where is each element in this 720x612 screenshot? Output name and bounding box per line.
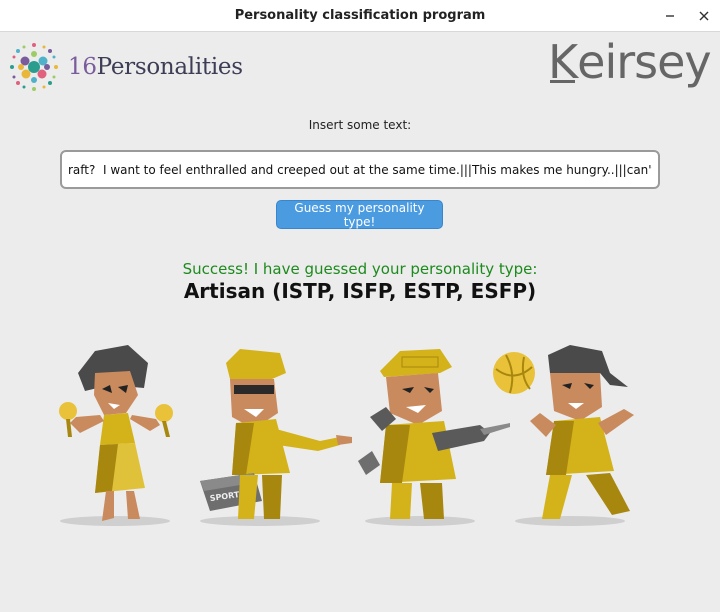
minimize-button[interactable] bbox=[660, 6, 680, 26]
close-icon bbox=[699, 11, 709, 21]
sixteen-personalities-wordmark: 16Personalities bbox=[68, 54, 243, 80]
text-input-field[interactable] bbox=[60, 150, 660, 189]
woman-with-volleyball-icon bbox=[493, 345, 634, 526]
dotted-circle-logo-icon bbox=[10, 43, 58, 91]
pointing-man-with-sport-bag-icon: SPORT bbox=[200, 349, 352, 526]
success-message: Success! I have guessed your personality… bbox=[182, 260, 538, 278]
main-content: 16Personalities Keirsey Insert some text… bbox=[0, 33, 720, 612]
personality-type-result: Artisan (ISTP, ISFP, ESTP, ESFP) bbox=[183, 279, 537, 303]
sixteen-personalities-logo: 16Personalities bbox=[8, 41, 243, 93]
worker-with-drill-icon bbox=[358, 349, 510, 526]
window-title: Personality classification program bbox=[234, 8, 486, 23]
keirsey-logo: Keirsey bbox=[548, 35, 712, 89]
artisan-characters-illustration: SPORT bbox=[59, 345, 634, 526]
minimize-icon bbox=[666, 15, 674, 17]
title-bar: Personality classification program bbox=[0, 0, 720, 32]
close-button[interactable] bbox=[694, 6, 714, 26]
insert-text-label: Insert some text: bbox=[308, 118, 412, 132]
dancer-with-maracas-icon bbox=[59, 345, 173, 526]
guess-personality-button[interactable]: Guess my personality type! bbox=[276, 200, 443, 229]
